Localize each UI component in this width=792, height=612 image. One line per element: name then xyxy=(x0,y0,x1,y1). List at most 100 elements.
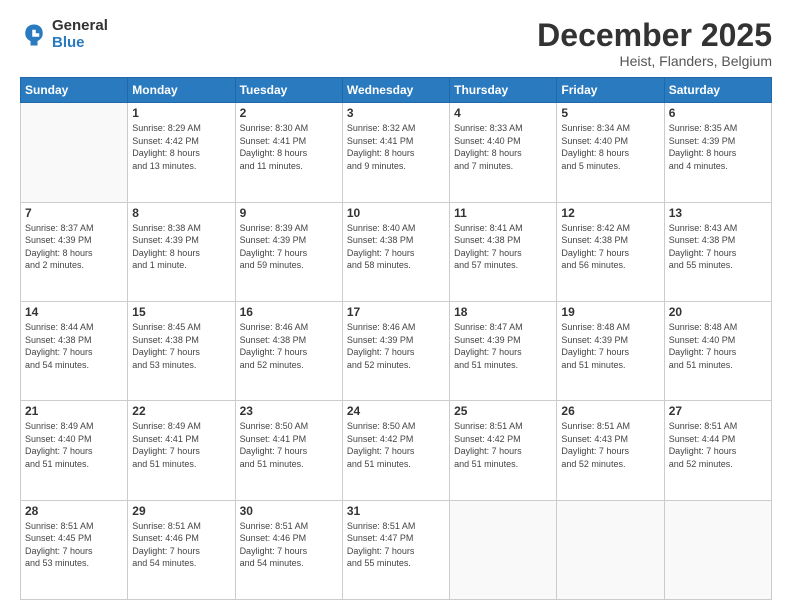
col-tuesday: Tuesday xyxy=(235,78,342,103)
col-saturday: Saturday xyxy=(664,78,771,103)
day-info: Sunrise: 8:30 AMSunset: 4:41 PMDaylight:… xyxy=(240,122,338,172)
day-number: 10 xyxy=(347,206,445,220)
day-info: Sunrise: 8:33 AMSunset: 4:40 PMDaylight:… xyxy=(454,122,552,172)
day-info: Sunrise: 8:48 AMSunset: 4:39 PMDaylight:… xyxy=(561,321,659,371)
table-row: 5 Sunrise: 8:34 AMSunset: 4:40 PMDaylight… xyxy=(557,103,664,202)
day-info: Sunrise: 8:51 AMSunset: 4:46 PMDaylight:… xyxy=(132,520,230,570)
table-row: 10 Sunrise: 8:40 AMSunset: 4:38 PMDayligh… xyxy=(342,202,449,301)
col-wednesday: Wednesday xyxy=(342,78,449,103)
day-info: Sunrise: 8:46 AMSunset: 4:38 PMDaylight:… xyxy=(240,321,338,371)
table-row: 1Sunrise: 8:29 AMSunset: 4:42 PMDaylight… xyxy=(128,103,235,202)
day-number: 27 xyxy=(669,404,767,418)
title-block: December 2025 Heist, Flanders, Belgium xyxy=(537,18,772,69)
day-info: Sunrise: 8:40 AMSunset: 4:38 PMDaylight:… xyxy=(347,222,445,272)
day-number: 17 xyxy=(347,305,445,319)
table-row: 16Sunrise: 8:46 AMSunset: 4:38 PMDayligh… xyxy=(235,301,342,400)
table-row: 14Sunrise: 8:44 AMSunset: 4:38 PMDayligh… xyxy=(21,301,128,400)
calendar-week-row: 7 Sunrise: 8:37 AMSunset: 4:39 PMDaylight… xyxy=(21,202,772,301)
day-number: 9 xyxy=(240,206,338,220)
table-row: 15 Sunrise: 8:45 AMSunset: 4:38 PMDayligh… xyxy=(128,301,235,400)
logo: General Blue xyxy=(20,18,108,51)
day-number: 13 xyxy=(669,206,767,220)
day-number: 30 xyxy=(240,504,338,518)
day-info: Sunrise: 8:32 AMSunset: 4:41 PMDaylight:… xyxy=(347,122,445,172)
day-info: Sunrise: 8:37 AMSunset: 4:39 PMDaylight:… xyxy=(25,222,123,272)
day-number: 5 xyxy=(561,106,659,120)
day-info: Sunrise: 8:43 AMSunset: 4:38 PMDaylight:… xyxy=(669,222,767,272)
table-row: 8 Sunrise: 8:38 AMSunset: 4:39 PMDaylight… xyxy=(128,202,235,301)
col-thursday: Thursday xyxy=(450,78,557,103)
day-number: 12 xyxy=(561,206,659,220)
table-row: 17Sunrise: 8:46 AMSunset: 4:39 PMDayligh… xyxy=(342,301,449,400)
day-number: 20 xyxy=(669,305,767,319)
day-info: Sunrise: 8:48 AMSunset: 4:40 PMDaylight:… xyxy=(669,321,767,371)
table-row: 9Sunrise: 8:39 AMSunset: 4:39 PMDaylight… xyxy=(235,202,342,301)
col-monday: Monday xyxy=(128,78,235,103)
day-number: 18 xyxy=(454,305,552,319)
day-number: 22 xyxy=(132,404,230,418)
day-number: 7 xyxy=(25,206,123,220)
table-row: 28 Sunrise: 8:51 AMSunset: 4:45 PMDayligh… xyxy=(21,500,128,599)
table-row: 21 Sunrise: 8:49 AMSunset: 4:40 PMDayligh… xyxy=(21,401,128,500)
day-info: Sunrise: 8:51 AMSunset: 4:46 PMDaylight:… xyxy=(240,520,338,570)
day-info: Sunrise: 8:47 AMSunset: 4:39 PMDaylight:… xyxy=(454,321,552,371)
logo-blue-text: Blue xyxy=(52,35,108,52)
day-number: 1 xyxy=(132,106,230,120)
day-info: Sunrise: 8:38 AMSunset: 4:39 PMDaylight:… xyxy=(132,222,230,272)
day-number: 28 xyxy=(25,504,123,518)
day-info: Sunrise: 8:34 AMSunset: 4:40 PMDaylight:… xyxy=(561,122,659,172)
table-row xyxy=(664,500,771,599)
day-number: 6 xyxy=(669,106,767,120)
calendar-week-row: 28 Sunrise: 8:51 AMSunset: 4:45 PMDayligh… xyxy=(21,500,772,599)
table-row: 25 Sunrise: 8:51 AMSunset: 4:42 PMDayligh… xyxy=(450,401,557,500)
day-info: Sunrise: 8:45 AMSunset: 4:38 PMDaylight:… xyxy=(132,321,230,371)
logo-general-text: General xyxy=(52,18,108,35)
col-sunday: Sunday xyxy=(21,78,128,103)
page: General Blue December 2025 Heist, Flande… xyxy=(0,0,792,612)
table-row: 6Sunrise: 8:35 AMSunset: 4:39 PMDaylight… xyxy=(664,103,771,202)
table-row: 22 Sunrise: 8:49 AMSunset: 4:41 PMDayligh… xyxy=(128,401,235,500)
table-row: 24Sunrise: 8:50 AMSunset: 4:42 PMDayligh… xyxy=(342,401,449,500)
day-number: 11 xyxy=(454,206,552,220)
day-number: 29 xyxy=(132,504,230,518)
table-row: 2 Sunrise: 8:30 AMSunset: 4:41 PMDaylight… xyxy=(235,103,342,202)
logo-text: General Blue xyxy=(52,18,108,51)
day-info: Sunrise: 8:51 AMSunset: 4:42 PMDaylight:… xyxy=(454,420,552,470)
day-info: Sunrise: 8:41 AMSunset: 4:38 PMDaylight:… xyxy=(454,222,552,272)
table-row: 13 Sunrise: 8:43 AMSunset: 4:38 PMDayligh… xyxy=(664,202,771,301)
day-number: 19 xyxy=(561,305,659,319)
day-info: Sunrise: 8:51 AMSunset: 4:43 PMDaylight:… xyxy=(561,420,659,470)
day-info: Sunrise: 8:50 AMSunset: 4:41 PMDaylight:… xyxy=(240,420,338,470)
day-number: 8 xyxy=(132,206,230,220)
day-info: Sunrise: 8:51 AMSunset: 4:45 PMDaylight:… xyxy=(25,520,123,570)
day-number: 2 xyxy=(240,106,338,120)
day-info: Sunrise: 8:42 AMSunset: 4:38 PMDaylight:… xyxy=(561,222,659,272)
month-title: December 2025 xyxy=(537,18,772,53)
table-row: 29 Sunrise: 8:51 AMSunset: 4:46 PMDayligh… xyxy=(128,500,235,599)
table-row: 11 Sunrise: 8:41 AMSunset: 4:38 PMDayligh… xyxy=(450,202,557,301)
day-info: Sunrise: 8:44 AMSunset: 4:38 PMDaylight:… xyxy=(25,321,123,371)
table-row: 31Sunrise: 8:51 AMSunset: 4:47 PMDayligh… xyxy=(342,500,449,599)
calendar-table: Sunday Monday Tuesday Wednesday Thursday… xyxy=(20,77,772,600)
day-number: 25 xyxy=(454,404,552,418)
calendar-week-row: 21 Sunrise: 8:49 AMSunset: 4:40 PMDayligh… xyxy=(21,401,772,500)
day-info: Sunrise: 8:49 AMSunset: 4:41 PMDaylight:… xyxy=(132,420,230,470)
day-info: Sunrise: 8:51 AMSunset: 4:44 PMDaylight:… xyxy=(669,420,767,470)
table-row: 3Sunrise: 8:32 AMSunset: 4:41 PMDaylight… xyxy=(342,103,449,202)
table-row: 27 Sunrise: 8:51 AMSunset: 4:44 PMDayligh… xyxy=(664,401,771,500)
table-row: 23Sunrise: 8:50 AMSunset: 4:41 PMDayligh… xyxy=(235,401,342,500)
table-row: 12 Sunrise: 8:42 AMSunset: 4:38 PMDayligh… xyxy=(557,202,664,301)
table-row: 18 Sunrise: 8:47 AMSunset: 4:39 PMDayligh… xyxy=(450,301,557,400)
logo-icon xyxy=(20,21,48,49)
table-row: 20 Sunrise: 8:48 AMSunset: 4:40 PMDayligh… xyxy=(664,301,771,400)
header: General Blue December 2025 Heist, Flande… xyxy=(20,18,772,69)
day-number: 15 xyxy=(132,305,230,319)
day-number: 31 xyxy=(347,504,445,518)
table-row xyxy=(557,500,664,599)
day-number: 26 xyxy=(561,404,659,418)
day-info: Sunrise: 8:49 AMSunset: 4:40 PMDaylight:… xyxy=(25,420,123,470)
location-subtitle: Heist, Flanders, Belgium xyxy=(537,53,772,69)
day-number: 21 xyxy=(25,404,123,418)
day-info: Sunrise: 8:50 AMSunset: 4:42 PMDaylight:… xyxy=(347,420,445,470)
table-row: 4Sunrise: 8:33 AMSunset: 4:40 PMDaylight… xyxy=(450,103,557,202)
